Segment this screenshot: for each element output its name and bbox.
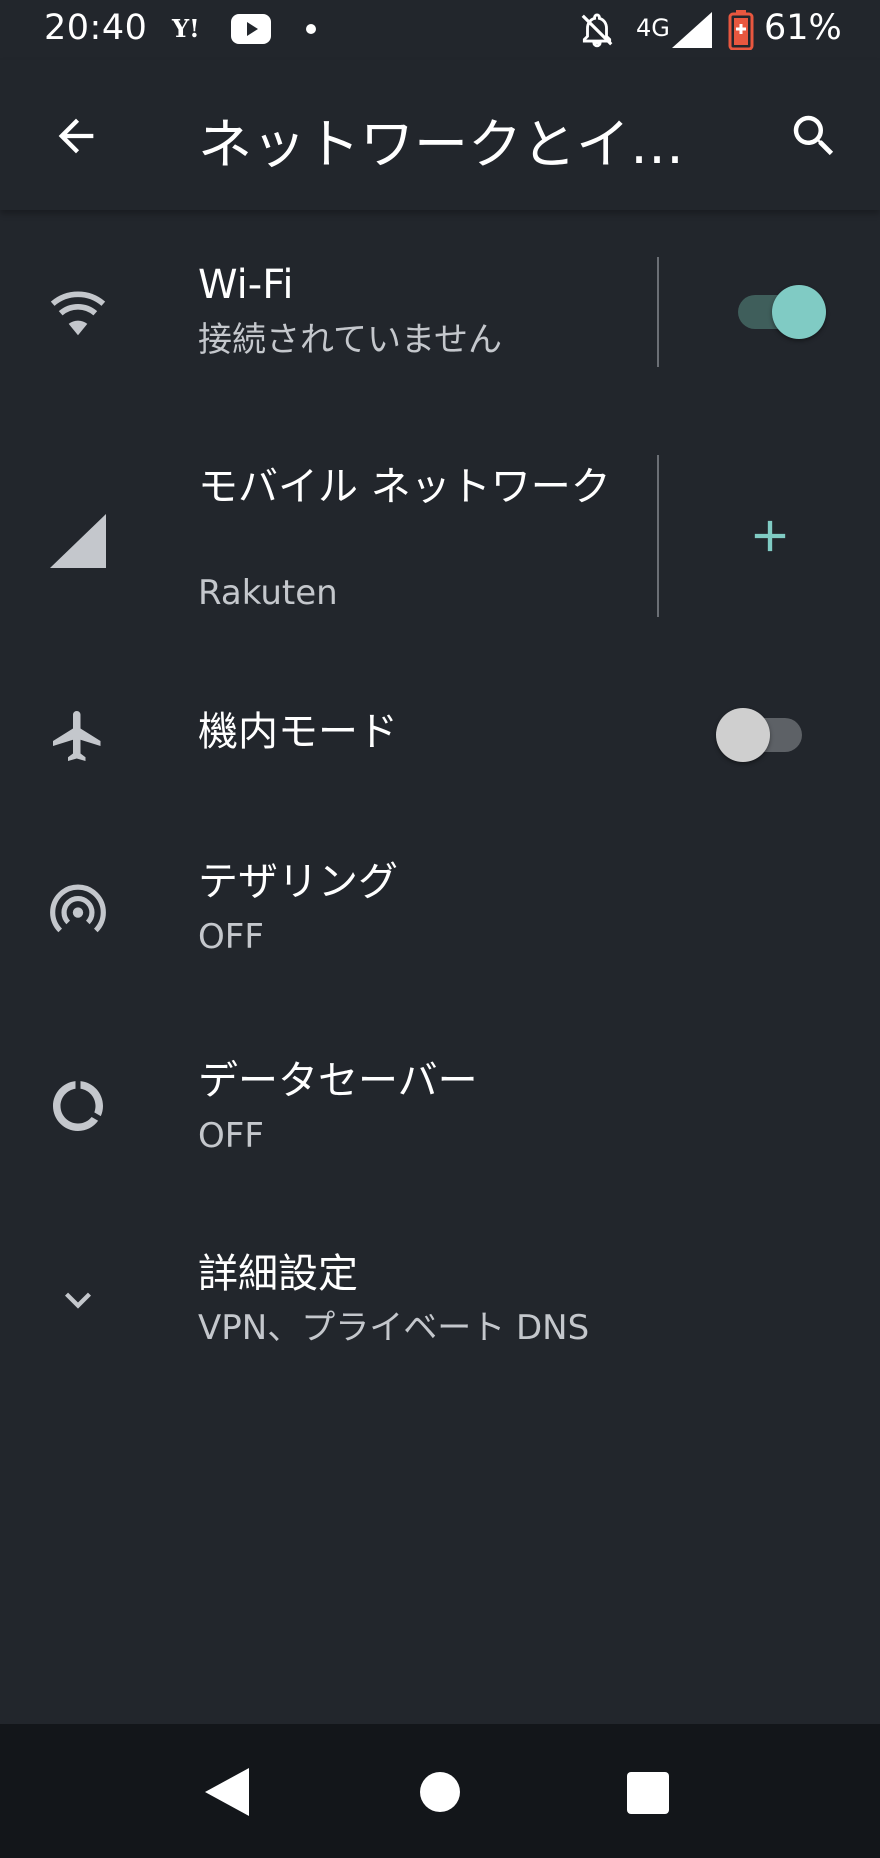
tethering-title: テザリング bbox=[198, 859, 398, 905]
airplane-icon bbox=[44, 702, 112, 770]
airplane-mode-title: 機内モード bbox=[198, 709, 398, 755]
search-icon bbox=[793, 115, 834, 156]
cellular-signal-icon bbox=[44, 507, 112, 575]
arrow-back-icon bbox=[58, 118, 94, 154]
search-button[interactable] bbox=[778, 100, 850, 172]
nav-recents-icon[interactable] bbox=[627, 1772, 669, 1814]
advanced-title: 詳細設定 bbox=[198, 1251, 358, 1297]
divider-mobile bbox=[657, 455, 659, 617]
data-saver-title: データセーバー bbox=[198, 1058, 478, 1104]
add-mobile-network-button[interactable] bbox=[734, 500, 806, 572]
system-nav-bar bbox=[0, 1724, 880, 1858]
yahoo-icon: Y! bbox=[172, 14, 200, 43]
data-saver-icon bbox=[44, 1072, 112, 1140]
back-button[interactable] bbox=[40, 100, 112, 172]
data-saver-subtitle: OFF bbox=[198, 1116, 264, 1156]
mobile-network-title: モバイル ネットワーク bbox=[198, 464, 611, 510]
battery-icon bbox=[728, 10, 754, 54]
wifi-title: Wi-Fi bbox=[198, 262, 294, 308]
status-time: 20:40 bbox=[44, 8, 148, 48]
divider-wifi bbox=[657, 257, 659, 367]
youtube-icon bbox=[231, 14, 271, 48]
wifi-icon bbox=[44, 278, 112, 346]
signal-icon bbox=[672, 12, 712, 52]
hotspot-icon bbox=[44, 876, 112, 944]
battery-percent: 61% bbox=[764, 8, 842, 48]
nav-back-icon[interactable] bbox=[205, 1768, 249, 1820]
nav-home-icon[interactable] bbox=[420, 1772, 460, 1812]
page-title: ネットワークとインターネット bbox=[198, 113, 688, 176]
list-item-tethering[interactable]: テザリング OFF bbox=[0, 840, 880, 1000]
wifi-toggle[interactable] bbox=[736, 285, 826, 339]
bell-off-icon bbox=[578, 11, 616, 53]
wifi-toggle-thumb bbox=[772, 285, 826, 339]
notification-dot-icon bbox=[306, 24, 316, 34]
status-bar: 20:40 Y! 4G 61% bbox=[0, 0, 880, 60]
tethering-subtitle: OFF bbox=[198, 917, 264, 957]
mobile-network-subtitle: Rakuten bbox=[198, 573, 338, 613]
airplane-toggle-thumb bbox=[716, 708, 770, 762]
wifi-subtitle: 接続されていません bbox=[198, 320, 502, 360]
plus-icon bbox=[754, 520, 786, 552]
app-bar: ネットワークとインターネット bbox=[0, 60, 880, 210]
airplane-mode-toggle[interactable] bbox=[716, 708, 806, 762]
list-item-advanced[interactable]: 詳細設定 VPN、プライベート DNS bbox=[0, 1240, 880, 1390]
advanced-subtitle: VPN、プライベート DNS bbox=[198, 1308, 590, 1348]
chevron-down-icon bbox=[44, 1266, 112, 1334]
list-item-data-saver[interactable]: データセーバー OFF bbox=[0, 1040, 880, 1200]
network-type-label: 4G bbox=[636, 14, 670, 42]
